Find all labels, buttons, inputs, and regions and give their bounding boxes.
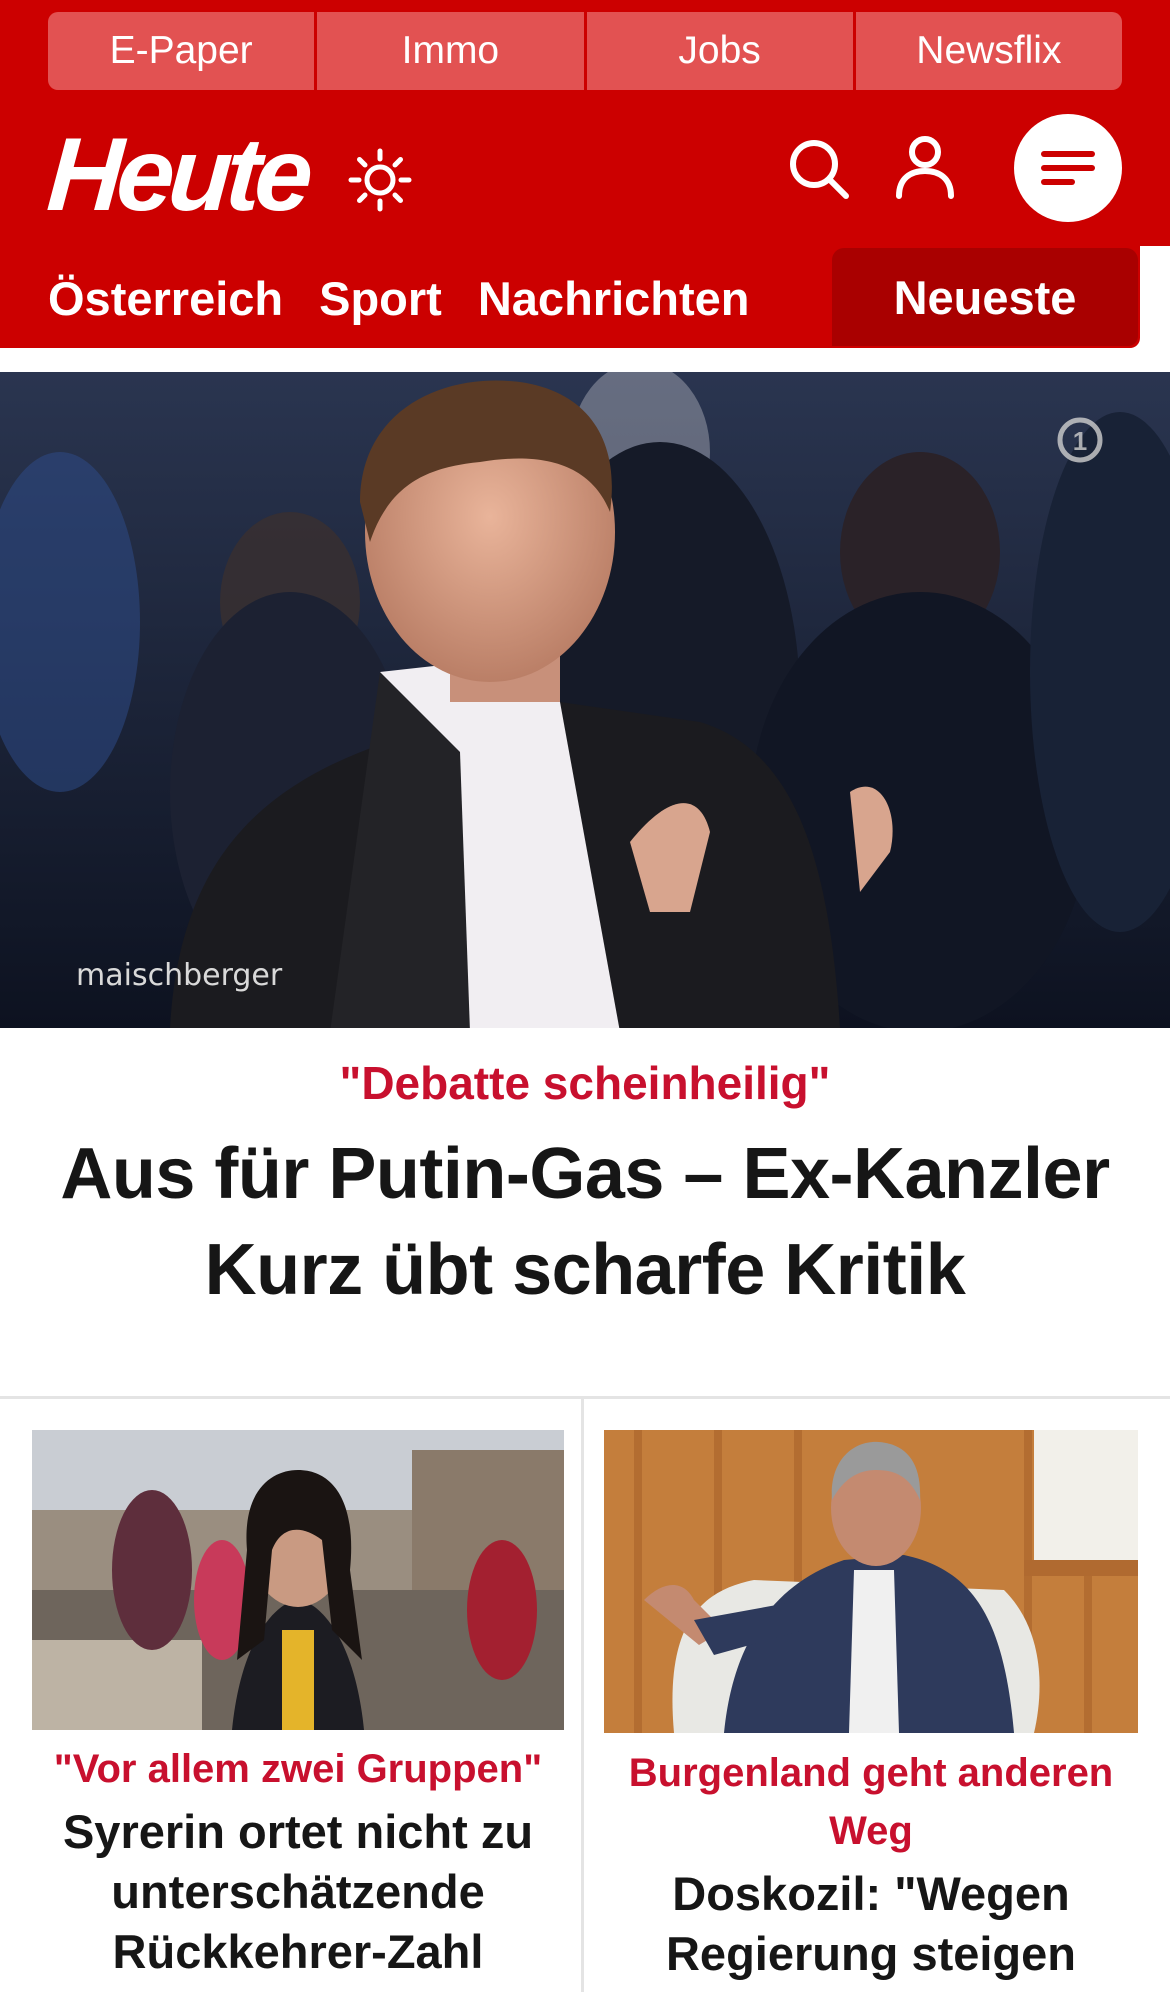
user-account-icon[interactable] — [892, 134, 958, 200]
service-bar: E-Paper Immo Jobs Newsflix — [48, 12, 1122, 90]
article-card-image-1[interactable] — [32, 1430, 564, 1730]
article-card-image-2[interactable] — [604, 1430, 1138, 1733]
service-tab-epaper[interactable]: E-Paper — [48, 12, 318, 90]
menu-button[interactable] — [1014, 114, 1122, 222]
card-kicker-1[interactable]: "Vor allem zwei Gruppen" — [32, 1740, 564, 1798]
nav-item-neueste[interactable]: Neueste — [832, 248, 1138, 346]
svg-text:1: 1 — [1073, 426, 1087, 456]
heute-logo[interactable]: Heute — [44, 117, 311, 233]
theme-toggle-sun-icon[interactable] — [348, 148, 412, 212]
card-title-1[interactable]: Syrerin ortet nicht zu unterschätzende R… — [32, 1802, 564, 1982]
card-photo-2 — [604, 1430, 1138, 1733]
hamburger-menu-icon — [1041, 151, 1095, 185]
card-photo-1 — [32, 1430, 564, 1730]
section-divider — [0, 1396, 1170, 1399]
hero-photo: 1 — [0, 372, 1170, 1028]
nav-item-nachrichten[interactable]: Nachrichten — [478, 271, 750, 326]
site-header: E-Paper Immo Jobs Newsflix Heute Österre… — [0, 0, 1170, 348]
nav-item-oesterreich[interactable]: Österreich — [48, 271, 283, 326]
main-nav: Österreich Sport Nachrichten — [48, 256, 785, 340]
hero-headline[interactable]: Aus für Putin-Gas – Ex-Kanzler Kurz übt … — [40, 1126, 1130, 1318]
hero-article-image[interactable]: 1 maischberger — [0, 372, 1170, 1028]
image-watermark: maischberger — [76, 958, 283, 993]
nav-item-sport[interactable]: Sport — [319, 271, 442, 326]
service-tab-jobs[interactable]: Jobs — [586, 12, 856, 90]
column-divider — [581, 1399, 584, 1992]
search-icon[interactable] — [786, 136, 852, 202]
service-tab-immo[interactable]: Immo — [317, 12, 587, 90]
service-tab-newsflix[interactable]: Newsflix — [855, 12, 1122, 90]
card-kicker-2[interactable]: Burgenland geht anderen Weg — [604, 1744, 1138, 1860]
hero-kicker[interactable]: "Debatte scheinheilig" — [0, 1056, 1170, 1110]
card-title-2[interactable]: Doskozil: "Wegen Regierung steigen — [604, 1864, 1138, 1984]
